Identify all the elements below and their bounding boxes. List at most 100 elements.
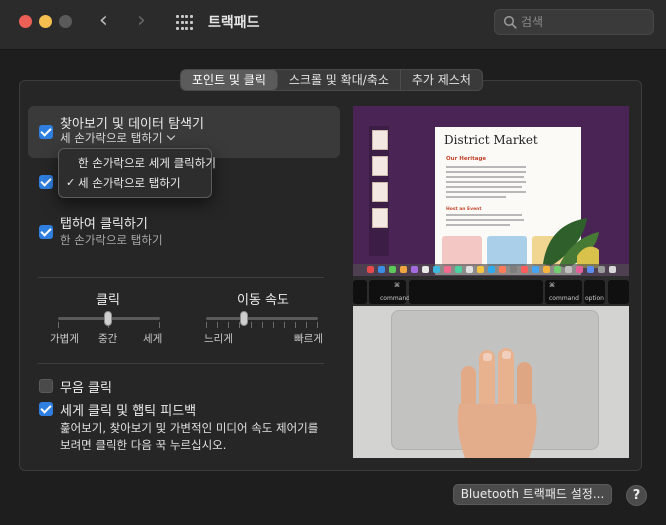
- dock-app-icon: [598, 266, 605, 273]
- click-firm-label: 세게: [143, 333, 163, 345]
- click-slider-title: 클릭: [96, 293, 120, 308]
- slider-tick: [228, 322, 229, 328]
- search-field[interactable]: [494, 9, 654, 35]
- tab-scroll-and-zoom[interactable]: 스크롤 및 확대/축소: [278, 70, 401, 90]
- click-medium-label: 중간: [98, 333, 118, 345]
- divider: [38, 277, 324, 278]
- dock-app-icon: [532, 266, 539, 273]
- close-window-button[interactable]: [19, 15, 32, 28]
- spacebar-key: [409, 280, 543, 304]
- document-heading: Our Heritage: [446, 156, 487, 162]
- dock-app-icon: [422, 266, 429, 273]
- dock-app-icon: [389, 266, 396, 273]
- image-tile: [487, 236, 527, 266]
- lookup-gesture-menu: 한 손가락으로 세게 클릭하기 ✓ 세 손가락으로 탭하기: [58, 148, 216, 198]
- checkmark-icon: ✓: [66, 176, 76, 189]
- tap-to-click-checkbox[interactable]: [39, 225, 53, 239]
- page-thumbnail: [372, 208, 388, 228]
- page-thumbnail: [372, 182, 388, 202]
- keyboard-key: [353, 280, 367, 304]
- hand-gesture-illustration: [457, 348, 537, 458]
- dock-app-icon: [576, 266, 583, 273]
- text-line: [446, 214, 522, 216]
- key-label: option: [585, 295, 604, 302]
- click-slider-knob[interactable]: [104, 311, 112, 326]
- text-line: [446, 196, 506, 198]
- lookup-checkbox[interactable]: [39, 125, 53, 139]
- document-subheading: Host an Event: [446, 207, 482, 212]
- dock-app-icon: [466, 266, 473, 273]
- tracking-speed-title: 이동 속도: [237, 293, 289, 308]
- dock-app-icon: [455, 266, 462, 273]
- command-symbol-icon: ⌘: [549, 282, 555, 289]
- tracking-slow-label: 느리게: [204, 333, 233, 345]
- dock-app-icon: [444, 266, 451, 273]
- force-click-checkbox[interactable]: [39, 402, 53, 416]
- menu-item-label: 세 손가락으로 탭하기: [78, 176, 181, 190]
- bluetooth-trackpad-setup-button[interactable]: Bluetooth 트랙패드 설정...: [453, 484, 612, 505]
- slider-tick: [159, 322, 160, 328]
- text-line: [446, 166, 526, 168]
- slider-tick: [262, 322, 263, 328]
- zoom-window-button[interactable]: [59, 15, 72, 28]
- menu-item-force-click-one-finger[interactable]: 한 손가락으로 세게 클릭하기: [59, 153, 216, 173]
- dock-app-icon: [499, 266, 506, 273]
- force-click-label: 세게 클릭 및 햅틱 피드백: [60, 404, 197, 419]
- tap-to-click-sublabel: 한 손가락으로 탭하기: [60, 233, 163, 247]
- tracking-speed-knob[interactable]: [240, 311, 248, 326]
- text-line: [446, 224, 510, 226]
- page-thumbnail: [372, 156, 388, 176]
- menu-item-tap-three-fingers[interactable]: ✓ 세 손가락으로 탭하기: [59, 173, 211, 193]
- dock-app-icon: [521, 266, 528, 273]
- dock-app-icon: [367, 266, 374, 273]
- force-click-description: 훑어보기, 찾아보기 및 가변적인 미디어 속도 제어기를 보려면 클릭한 다음…: [60, 421, 319, 452]
- tap-to-click-label: 탭하여 클릭하기: [60, 217, 148, 232]
- text-line: [446, 219, 524, 221]
- slider-tick: [206, 322, 207, 328]
- dock-app-icon: [609, 266, 616, 273]
- slider-tick: [284, 322, 285, 328]
- gesture-preview-image: District Market Our Heritage Host an Eve…: [353, 106, 629, 458]
- text-line: [446, 186, 522, 188]
- dock-app-icon: [587, 266, 594, 273]
- keyboard-key: [608, 280, 629, 304]
- search-icon: [503, 15, 517, 29]
- help-button[interactable]: ?: [626, 485, 647, 506]
- forward-arrow-icon[interactable]: ›: [137, 10, 146, 32]
- vegetables-illustration: [543, 218, 599, 268]
- dock-app-icon: [400, 266, 407, 273]
- secondary-click-checkbox[interactable]: [39, 175, 53, 189]
- lookup-gesture-popup[interactable]: 세 손가락으로 탭하기: [60, 130, 175, 146]
- key-label: command: [549, 295, 579, 302]
- tracking-fast-label: 빠르게: [294, 333, 323, 345]
- command-symbol-icon: ⌘: [394, 282, 400, 289]
- back-arrow-icon[interactable]: ‹: [99, 10, 108, 32]
- dock-app-icon: [411, 266, 418, 273]
- tab-bar: 포인트 및 클릭 스크롤 및 확대/축소 추가 제스처: [180, 69, 483, 91]
- text-line: [446, 171, 526, 173]
- dock-app-icon: [510, 266, 517, 273]
- search-input[interactable]: [521, 12, 649, 32]
- show-all-grid-icon[interactable]: [176, 15, 193, 31]
- text-line: [446, 176, 524, 178]
- divider: [38, 363, 324, 364]
- text-line: [446, 181, 526, 183]
- slider-tick: [317, 322, 318, 328]
- tracking-speed-track[interactable]: [206, 317, 318, 320]
- silent-click-label: 무음 클릭: [60, 381, 112, 396]
- slider-tick: [295, 322, 296, 328]
- menu-item-label: 한 손가락으로 세게 클릭하기: [78, 156, 216, 170]
- slider-tick: [251, 322, 252, 328]
- tab-more-gestures[interactable]: 추가 제스처: [401, 70, 482, 90]
- slider-tick: [58, 322, 59, 328]
- dock-app-icon: [378, 266, 385, 273]
- page-thumbnail: [372, 130, 388, 150]
- dock-app-icon: [477, 266, 484, 273]
- image-tile: [442, 236, 482, 266]
- dock-app-icon: [433, 266, 440, 273]
- silent-click-checkbox[interactable]: [39, 379, 53, 393]
- dock-app-icon: [565, 266, 572, 273]
- minimize-window-button[interactable]: [39, 15, 52, 28]
- tab-point-and-click[interactable]: 포인트 및 클릭: [181, 70, 278, 90]
- dock-app-icon: [554, 266, 561, 273]
